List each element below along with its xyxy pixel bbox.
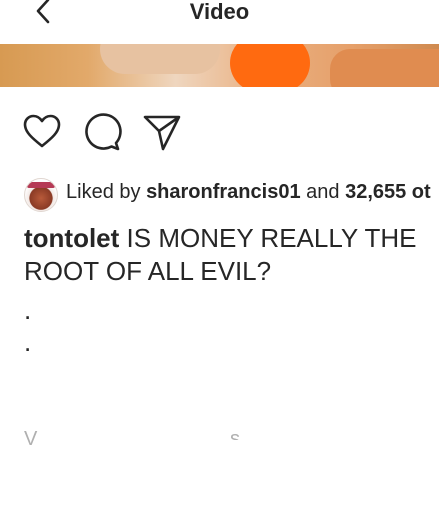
post-actions — [0, 112, 439, 156]
video-player[interactable] — [0, 44, 439, 87]
liked-by-and: and — [306, 181, 340, 203]
avatar-detail — [27, 182, 55, 188]
caption-username[interactable]: tontolet — [24, 223, 119, 253]
video-frame-detail — [100, 44, 220, 74]
likes-count[interactable]: 32,655 ot — [345, 181, 431, 203]
comment-icon[interactable] — [82, 112, 122, 152]
liked-by-prefix: Liked by — [66, 181, 141, 203]
view-comments-partial[interactable]: V — [24, 428, 37, 451]
liked-by-row[interactable]: Liked by sharonfrancis01 and 32,655 ot — [24, 176, 439, 212]
page-title: Video — [189, 0, 250, 24]
liked-by-text: Liked by sharonfrancis01 and 32,655 ot — [66, 180, 431, 204]
video-frame-detail — [330, 49, 439, 87]
redaction — [0, 460, 439, 524]
redaction — [30, 340, 439, 430]
post-caption: tontolet IS MONEY REALLY THE ROOT OF ALL… — [24, 222, 424, 288]
top-bar: Video — [0, 0, 439, 45]
caption-dot: . — [24, 327, 32, 357]
avatar[interactable] — [24, 178, 58, 212]
liked-by-username[interactable]: sharonfrancis01 — [146, 181, 301, 203]
heart-icon[interactable] — [22, 112, 62, 152]
video-frame-detail — [230, 44, 310, 87]
caption-dot: . — [24, 295, 32, 325]
send-icon[interactable] — [142, 112, 182, 152]
